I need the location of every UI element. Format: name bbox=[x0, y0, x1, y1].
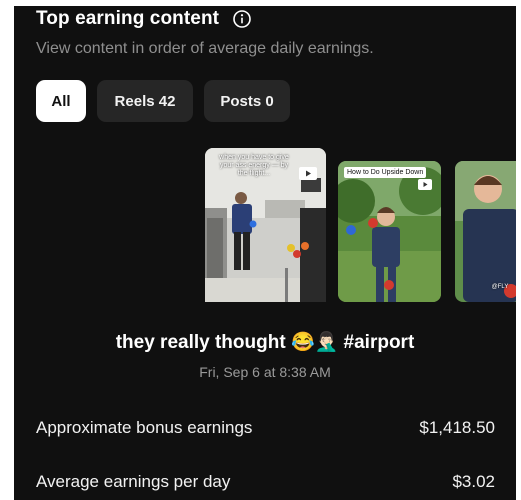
thumbnail-overlay-text: How to Do Upside Down bbox=[344, 167, 427, 178]
thumbnail-overlay-text: when you have to give your ass energy — … bbox=[219, 154, 289, 177]
top-earning-content-panel: Top earning content View content in orde… bbox=[14, 6, 516, 500]
content-filter-chips: All Reels 42 Posts 0 bbox=[36, 80, 290, 122]
page-subtitle: View content in order of average daily e… bbox=[36, 40, 374, 57]
selected-post-date: Fri, Sep 6 at 8:38 AM bbox=[199, 364, 331, 380]
stat-label: Approximate bonus earnings bbox=[36, 418, 253, 437]
header: Top earning content bbox=[36, 8, 251, 30]
reel-icon bbox=[418, 179, 432, 190]
person-thumbnail-image bbox=[455, 161, 516, 302]
stat-value: $3.02 bbox=[452, 472, 495, 491]
carousel-item-selected[interactable]: when you have to give your ass energy — … bbox=[205, 148, 326, 302]
filter-chip-reels[interactable]: Reels 42 bbox=[97, 80, 193, 122]
stat-label: Average earnings per day bbox=[36, 472, 231, 491]
stat-row-average-earnings: Average earnings per day $3.02 bbox=[36, 472, 495, 492]
thumbnail-overlay-text: @FLY bbox=[491, 284, 509, 290]
selected-post-caption: they really thought 😂🤦🏻‍♂️ #airport bbox=[115, 332, 415, 353]
page-title: Top earning content bbox=[36, 8, 220, 29]
carousel-item[interactable]: How to Do Upside Down bbox=[338, 161, 441, 302]
stat-row-bonus-earnings: Approximate bonus earnings $1,418.50 bbox=[36, 418, 495, 438]
stat-value: $1,418.50 bbox=[419, 418, 495, 437]
carousel-item[interactable]: @FLY bbox=[455, 161, 516, 302]
info-icon[interactable] bbox=[233, 10, 251, 28]
filter-chip-posts[interactable]: Posts 0 bbox=[204, 80, 290, 122]
filter-chip-all[interactable]: All bbox=[36, 80, 86, 122]
content-carousel[interactable]: when you have to give your ass energy — … bbox=[205, 148, 516, 302]
reel-icon bbox=[299, 167, 317, 180]
